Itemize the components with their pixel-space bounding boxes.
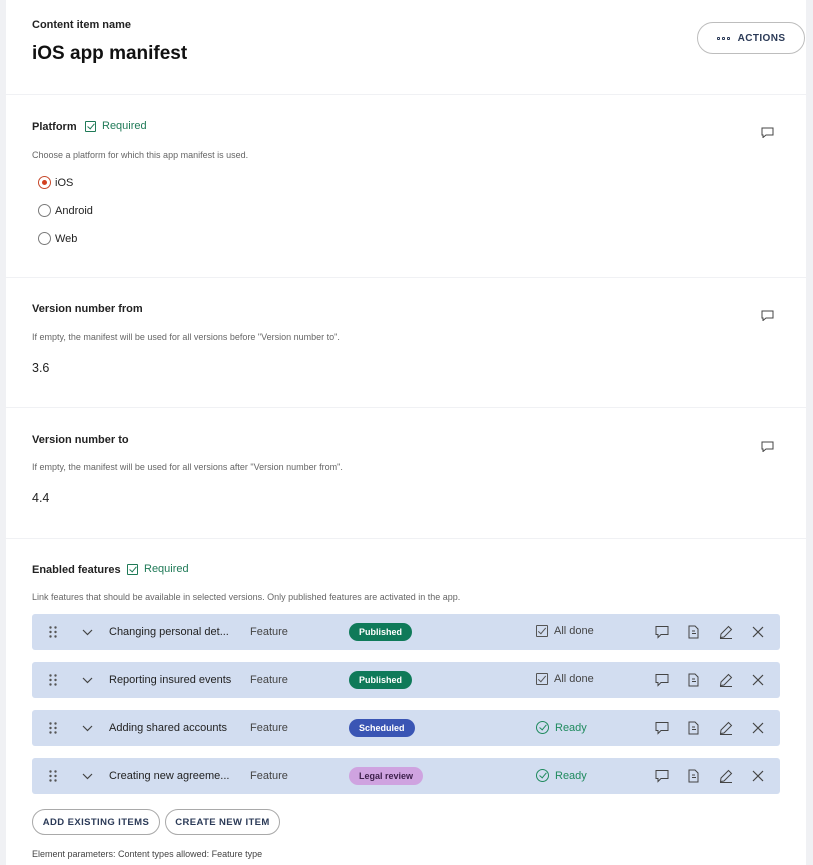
- chevron-down-icon[interactable]: [82, 629, 93, 636]
- linked-item-name[interactable]: Adding shared accounts: [109, 722, 227, 734]
- features-guidelines: Link features that should be available i…: [32, 592, 461, 602]
- chevron-down-icon[interactable]: [82, 677, 93, 684]
- platform-element: Platform Required Choose a platform for …: [6, 95, 806, 277]
- linked-item-type: Feature: [250, 770, 288, 782]
- copy-icon[interactable]: [687, 673, 701, 687]
- comment-icon[interactable]: [761, 310, 774, 321]
- platform-label: Platform: [32, 121, 77, 133]
- required-label: Required: [102, 120, 147, 132]
- drag-handle-icon[interactable]: [49, 626, 57, 638]
- chevron-down-icon[interactable]: [82, 773, 93, 780]
- radio-button-web[interactable]: [38, 232, 51, 245]
- drag-handle-icon[interactable]: [49, 722, 57, 734]
- version-to-guidelines: If empty, the manifest will be used for …: [32, 462, 343, 472]
- element-parameters: Element parameters: Content types allowe…: [32, 849, 263, 859]
- required-check-icon: [85, 120, 96, 132]
- radio-button-android[interactable]: [38, 204, 51, 217]
- status-badge: Published: [349, 671, 413, 689]
- add-existing-items-button[interactable]: ADD EXISTING ITEMS: [32, 809, 160, 835]
- features-required-indicator: Required: [127, 563, 189, 575]
- enabled-features-label: Enabled features: [32, 564, 121, 576]
- linked-item-row[interactable]: Creating new agreeme... Feature Legal re…: [32, 758, 780, 794]
- chevron-down-icon[interactable]: [82, 725, 93, 732]
- required-label: Required: [144, 563, 189, 575]
- close-icon[interactable]: [751, 673, 765, 687]
- drag-handle-icon[interactable]: [49, 770, 57, 782]
- workflow-step: All done: [536, 673, 594, 685]
- radio-label-ios: iOS: [55, 176, 74, 189]
- workflow-step: Ready: [536, 769, 587, 782]
- workflow-step: Ready: [536, 721, 587, 734]
- linked-item-name[interactable]: Reporting insured events: [109, 674, 231, 686]
- linked-item-name[interactable]: Changing personal det...: [109, 626, 229, 638]
- version-from-label: Version number from: [32, 303, 143, 315]
- radio-option-ios[interactable]: iOS: [38, 176, 73, 189]
- workflow-step-label: All done: [554, 673, 594, 685]
- linked-item-type: Feature: [250, 626, 288, 638]
- create-new-item-button[interactable]: CREATE NEW ITEM: [165, 809, 280, 835]
- platform-guidelines: Choose a platform for which this app man…: [32, 150, 249, 160]
- comment-icon[interactable]: [655, 769, 669, 783]
- comment-icon[interactable]: [655, 673, 669, 687]
- workflow-step-label: All done: [554, 625, 594, 637]
- copy-icon[interactable]: [687, 721, 701, 735]
- radio-option-web[interactable]: Web: [38, 232, 77, 245]
- required-check-icon: [127, 563, 138, 575]
- content-item-header: Content item name iOS app manifest ACTIO…: [6, 0, 806, 94]
- pencil-icon[interactable]: [719, 673, 733, 687]
- version-to-element: Version number to If empty, the manifest…: [6, 408, 806, 538]
- linked-item-row[interactable]: Reporting insured events Feature Publish…: [32, 662, 780, 698]
- comment-icon[interactable]: [655, 721, 669, 735]
- close-icon[interactable]: [751, 769, 765, 783]
- version-from-element: Version number from If empty, the manife…: [6, 278, 806, 407]
- copy-icon[interactable]: [687, 625, 701, 639]
- actions-button-label: ACTIONS: [737, 32, 786, 44]
- check-circle-icon: [536, 721, 549, 734]
- comment-icon[interactable]: [761, 441, 774, 452]
- more-dots-icon: [716, 36, 730, 40]
- platform-required-indicator: Required: [85, 120, 147, 132]
- content-item-name-label: Content item name: [32, 19, 132, 31]
- linked-item-name[interactable]: Creating new agreeme...: [109, 770, 229, 782]
- enabled-features-element: Enabled features Required Link features …: [6, 539, 806, 865]
- page-title[interactable]: iOS app manifest: [32, 43, 187, 65]
- pencil-icon[interactable]: [719, 769, 733, 783]
- comment-icon[interactable]: [655, 625, 669, 639]
- close-icon[interactable]: [751, 625, 765, 639]
- version-from-guidelines: If empty, the manifest will be used for …: [32, 332, 340, 342]
- version-from-input[interactable]: 3.6: [32, 361, 49, 375]
- workflow-step-label: Ready: [555, 721, 587, 734]
- status-badge: Scheduled: [349, 719, 415, 737]
- version-to-input[interactable]: 4.4: [32, 491, 49, 505]
- radio-button-ios[interactable]: [38, 176, 51, 189]
- workflow-step: All done: [536, 625, 594, 637]
- linked-item-row[interactable]: Adding shared accounts Feature Scheduled…: [32, 710, 780, 746]
- checkbox-done-icon: [536, 625, 548, 637]
- drag-handle-icon[interactable]: [49, 674, 57, 686]
- status-badge: Published: [349, 623, 413, 641]
- pencil-icon[interactable]: [719, 625, 733, 639]
- check-circle-icon: [536, 769, 549, 782]
- workflow-step-label: Ready: [555, 769, 587, 782]
- version-to-label: Version number to: [32, 434, 129, 446]
- linked-item-type: Feature: [250, 722, 288, 734]
- linked-item-row[interactable]: Changing personal det... Feature Publish…: [32, 614, 780, 650]
- checkbox-done-icon: [536, 673, 548, 685]
- radio-label-web: Web: [55, 232, 78, 245]
- actions-button[interactable]: ACTIONS: [697, 22, 805, 54]
- radio-option-android[interactable]: Android: [38, 204, 93, 217]
- comment-icon[interactable]: [761, 127, 774, 138]
- pencil-icon[interactable]: [719, 721, 733, 735]
- status-badge: Legal review: [349, 767, 424, 785]
- copy-icon[interactable]: [687, 769, 701, 783]
- close-icon[interactable]: [751, 721, 765, 735]
- radio-label-android: Android: [55, 204, 93, 217]
- linked-item-type: Feature: [250, 674, 288, 686]
